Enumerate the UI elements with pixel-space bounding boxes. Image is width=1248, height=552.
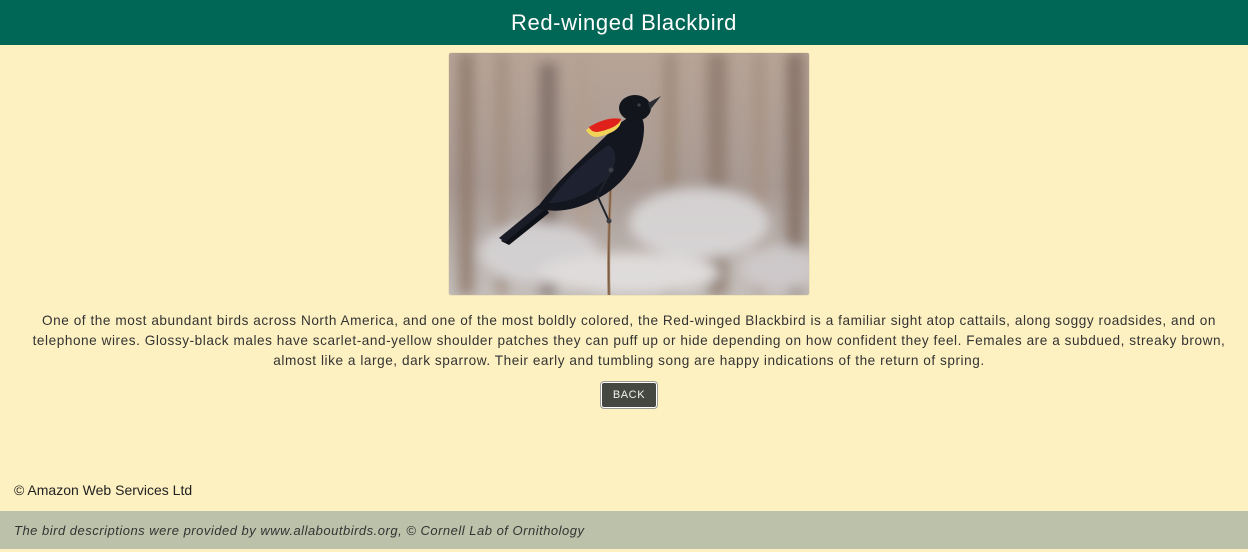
copyright-notice: © Amazon Web Services Ltd <box>14 482 193 498</box>
bird-photo <box>449 53 809 295</box>
page-footer: The bird descriptions were provided by w… <box>0 511 1248 549</box>
page-title: Red-winged Blackbird <box>511 9 737 35</box>
attribution-text: The bird descriptions were provided by w… <box>14 522 585 538</box>
bird-description: One of the most abundant birds across No… <box>32 313 1226 368</box>
page-header: Red-winged Blackbird <box>0 0 1248 45</box>
back-button[interactable]: BACK <box>601 382 657 408</box>
